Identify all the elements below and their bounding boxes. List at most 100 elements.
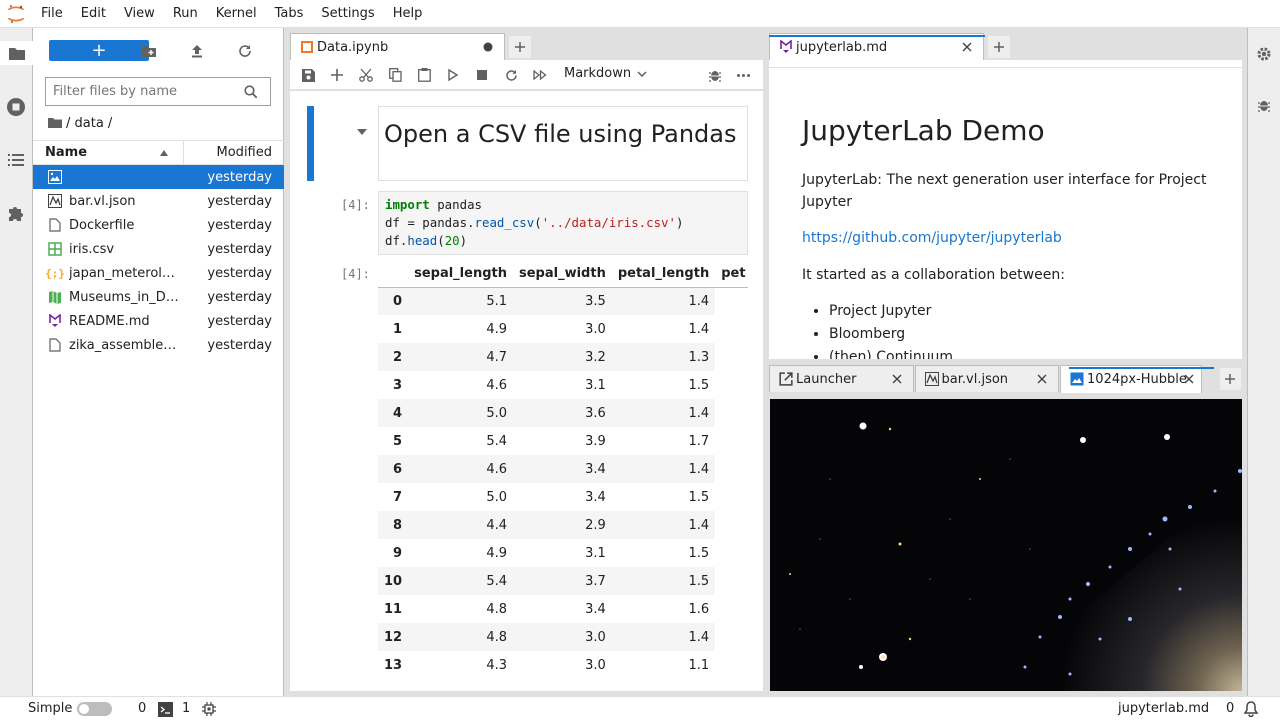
list-item[interactable]: iris.csv yesterday bbox=[33, 237, 284, 261]
list-item[interactable]: {;} japan_meterol… yesterday bbox=[33, 261, 284, 285]
collapse-heading-icon[interactable] bbox=[357, 129, 367, 135]
modified-column-header[interactable]: Modified bbox=[217, 145, 272, 160]
kernel-icon[interactable] bbox=[202, 702, 216, 716]
list-item[interactable]: zika_assemble… yesterday bbox=[33, 333, 284, 357]
add-tab-button[interactable] bbox=[987, 35, 1011, 59]
menu-settings[interactable]: Settings bbox=[312, 0, 383, 28]
menu-edit[interactable]: Edit bbox=[72, 0, 115, 28]
notebook-tab-bar: Data.ipynb bbox=[290, 33, 763, 61]
list-item[interactable]: Museums_in_D… yesterday bbox=[33, 285, 284, 309]
save-button[interactable] bbox=[300, 67, 316, 83]
terminal-icon[interactable] bbox=[158, 702, 173, 717]
toc-tab[interactable] bbox=[4, 148, 28, 172]
active-tab-indicator bbox=[1069, 367, 1214, 369]
current-file-label[interactable]: jupyterlab.md bbox=[1118, 701, 1209, 716]
table-cell: 4.6 bbox=[486, 377, 507, 393]
list-item[interactable]: README.md yesterday bbox=[33, 309, 284, 333]
menu-bar: File Edit View Run Kernel Tabs Settings … bbox=[0, 0, 1280, 28]
tab-launcher[interactable]: Launcher bbox=[769, 365, 914, 392]
list-item[interactable]: Dockerfile yesterday bbox=[33, 213, 284, 237]
add-tab-button[interactable] bbox=[508, 35, 532, 59]
run-all-button[interactable] bbox=[532, 67, 548, 83]
list-item[interactable]: bar.vl.json yesterday bbox=[33, 189, 284, 213]
tab-data-ipynb[interactable]: Data.ipynb bbox=[290, 33, 505, 61]
paste-button[interactable] bbox=[416, 67, 432, 83]
breadcrumb-path[interactable]: / data / bbox=[66, 116, 112, 131]
run-button[interactable] bbox=[445, 67, 461, 83]
table-cell: 1.4 bbox=[688, 293, 710, 309]
github-link[interactable]: https://github.com/jupyter/jupyterlab bbox=[802, 230, 1062, 246]
tab-hubble-image[interactable]: 1024px-Hubble bbox=[1060, 365, 1202, 393]
file-filter-input[interactable] bbox=[53, 84, 238, 99]
menu-tabs[interactable]: Tabs bbox=[266, 0, 313, 28]
copy-button[interactable] bbox=[387, 67, 403, 83]
row-index: 13 bbox=[384, 657, 403, 673]
menu-help[interactable]: Help bbox=[384, 0, 432, 28]
markdown-cell[interactable]: Open a CSV file using Pandas bbox=[378, 106, 748, 181]
cut-button[interactable] bbox=[358, 67, 374, 83]
file-modified: yesterday bbox=[207, 337, 272, 353]
cell-collapser[interactable] bbox=[307, 106, 314, 181]
property-inspector-tab[interactable] bbox=[1256, 46, 1272, 62]
menu-view[interactable]: View bbox=[115, 0, 164, 28]
table-row: 11 4.8 3.4 1.6 bbox=[378, 595, 748, 623]
menu-file[interactable]: File bbox=[32, 0, 72, 28]
cell-heading: Open a CSV file using Pandas bbox=[384, 120, 737, 148]
hubble-image[interactable] bbox=[770, 399, 1242, 691]
table-row: 4 5.0 3.6 1.4 bbox=[378, 399, 748, 427]
new-launcher-button[interactable]: + bbox=[49, 40, 149, 61]
notebook-content[interactable]: Open a CSV file using Pandas [4]: import… bbox=[290, 91, 763, 691]
close-icon[interactable] bbox=[889, 371, 905, 387]
upload-button[interactable] bbox=[187, 41, 207, 61]
refresh-button[interactable] bbox=[235, 41, 255, 61]
tab-label: Data.ipynb bbox=[317, 40, 389, 55]
cell-type-select[interactable]: Markdown bbox=[564, 66, 647, 81]
file-browser-tab[interactable] bbox=[0, 41, 33, 65]
file-name: README.md bbox=[69, 313, 150, 329]
interrupt-button[interactable] bbox=[474, 67, 490, 83]
file-list-header: Name Modified bbox=[33, 140, 284, 165]
terminal-count: 0 bbox=[138, 701, 147, 716]
table-cell: 4.9 bbox=[486, 545, 507, 561]
close-icon[interactable] bbox=[959, 39, 975, 55]
extension-manager-tab[interactable] bbox=[4, 201, 28, 225]
upload-icon bbox=[192, 45, 202, 58]
markdown-viewer[interactable]: JupyterLab Demo JupyterLab: The next gen… bbox=[769, 67, 1242, 359]
tab-label: jupyterlab.md bbox=[796, 40, 888, 55]
menu-kernel[interactable]: Kernel bbox=[207, 0, 266, 28]
running-tab[interactable] bbox=[4, 95, 28, 119]
table-cell: 5.0 bbox=[486, 405, 507, 421]
json-icon: {;} bbox=[45, 266, 65, 280]
new-folder-button[interactable] bbox=[139, 41, 159, 61]
code-cell[interactable]: import pandas df = pandas.read_csv('../d… bbox=[378, 191, 748, 255]
table-cell: 4.3 bbox=[486, 657, 507, 673]
tab-bar-vl-json[interactable]: bar.vl.json bbox=[914, 365, 1060, 392]
file-modified: yesterday bbox=[207, 289, 272, 305]
cell-type-value: Markdown bbox=[564, 66, 632, 81]
spreadsheet-icon bbox=[47, 241, 63, 257]
close-icon[interactable] bbox=[1181, 371, 1197, 387]
simple-mode-toggle[interactable] bbox=[77, 702, 112, 716]
row-index: 6 bbox=[393, 461, 403, 477]
markdown-toolbar bbox=[769, 60, 1242, 67]
folder-icon[interactable] bbox=[48, 117, 62, 129]
add-tab-button[interactable] bbox=[1218, 367, 1242, 391]
bell-icon[interactable] bbox=[1243, 701, 1259, 717]
file-name: Dockerfile bbox=[69, 217, 135, 233]
insert-cell-button[interactable] bbox=[329, 67, 345, 83]
column-divider[interactable] bbox=[183, 141, 184, 165]
list-item[interactable]: yesterday bbox=[33, 165, 284, 189]
unsaved-dot-icon[interactable] bbox=[480, 39, 496, 55]
debugger-button[interactable] bbox=[707, 67, 723, 83]
tab-jupyterlab-md[interactable]: jupyterlab.md bbox=[769, 33, 984, 61]
column-header: sepal_length bbox=[408, 261, 513, 288]
debugger-tab[interactable] bbox=[1258, 98, 1270, 112]
more-options-button[interactable] bbox=[735, 67, 751, 83]
play-icon bbox=[448, 69, 458, 81]
tab-label: 1024px-Hubble bbox=[1087, 372, 1187, 387]
menu-run[interactable]: Run bbox=[164, 0, 207, 28]
refresh-icon bbox=[239, 45, 251, 57]
name-column-header[interactable]: Name bbox=[45, 145, 87, 160]
close-icon[interactable] bbox=[1034, 371, 1050, 387]
restart-button[interactable] bbox=[503, 67, 519, 83]
